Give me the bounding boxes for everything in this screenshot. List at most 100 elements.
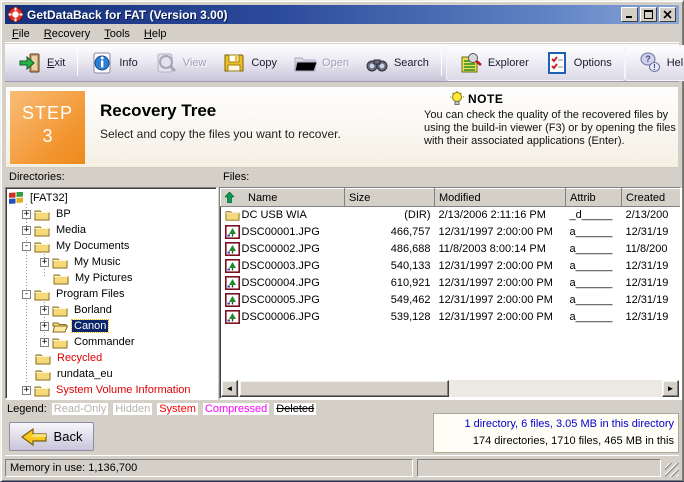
expand-toggle[interactable]: + (40, 258, 49, 267)
svg-text:!: ! (653, 63, 656, 72)
file-created: 12/31/19 (622, 224, 682, 241)
tree-item-label: rundata_eu (55, 368, 115, 380)
tree-item-commander[interactable]: + Commander (8, 334, 216, 350)
memory-status: Memory in use: 1,136,700 (5, 459, 413, 477)
expand-toggle[interactable]: + (40, 306, 49, 315)
file-row[interactable]: DSC00006.JPG 539,128 12/31/1997 2:00:00 … (221, 309, 682, 326)
tree-item-label: Canon (72, 320, 108, 332)
legend-read-only: Read-Only (52, 403, 109, 415)
tree-item-system-volume-information[interactable]: + System Volume Information (8, 382, 216, 398)
expand-toggle[interactable]: + (22, 386, 31, 395)
maximize-button[interactable] (640, 7, 657, 22)
scroll-right-button[interactable]: ► (662, 380, 679, 397)
step-word: STEP (10, 103, 85, 124)
image-file-icon (225, 293, 240, 307)
file-size: (DIR) (345, 207, 435, 224)
step-number: 3 (10, 126, 85, 147)
exit-button[interactable]: Exit (10, 47, 73, 79)
folder-icon (52, 336, 68, 349)
close-icon (663, 10, 672, 19)
column-header-size[interactable]: Size (345, 189, 435, 207)
folder-icon (35, 352, 51, 365)
note-title: NOTE (468, 92, 503, 106)
maximize-icon (644, 10, 653, 19)
resize-grip[interactable] (665, 463, 679, 477)
expand-toggle[interactable]: + (22, 210, 31, 219)
copy-floppy-icon (222, 51, 246, 75)
explorer-button[interactable]: Explorer (451, 47, 537, 79)
menu-help[interactable]: Help (137, 26, 174, 42)
legend-bar: Legend: Read-Only Hidden System Compress… (7, 401, 316, 417)
windows-logo-icon (8, 192, 24, 205)
titlebar[interactable]: GetDataBack for FAT (Version 3.00) (5, 5, 679, 24)
lightbulb-icon (450, 91, 464, 107)
info-label: Info (119, 57, 137, 69)
file-created: 12/31/19 (622, 275, 682, 292)
file-created: 11/8/200 (622, 241, 682, 258)
file-name: DSC00003.JPG (242, 260, 320, 272)
close-button[interactable] (659, 7, 676, 22)
tree-item-my-pictures[interactable]: My Pictures (8, 270, 216, 286)
file-row[interactable]: DSC00005.JPG 549,462 12/31/1997 2:00:00 … (221, 292, 682, 309)
scrollbar-track[interactable] (449, 380, 662, 397)
menu-tools[interactable]: Tools (97, 26, 137, 42)
scrollbar-thumb[interactable] (239, 380, 449, 397)
status-bar: Memory in use: 1,136,700 (5, 455, 679, 477)
column-header-name[interactable]: Name (221, 189, 345, 207)
tree-root-fat32[interactable]: [FAT32] (8, 190, 216, 206)
back-button[interactable]: Back (9, 422, 94, 451)
search-button[interactable]: Search (357, 47, 437, 79)
tree-item-label: Borland (72, 304, 114, 316)
tree-item-label: BP (54, 208, 73, 220)
column-label-name: Name (248, 192, 277, 204)
scroll-left-button[interactable]: ◄ (221, 380, 238, 397)
file-modified: 12/31/1997 2:00:00 PM (435, 292, 566, 309)
image-file-icon (225, 259, 240, 273)
file-attrib: a______ (566, 241, 622, 258)
file-row[interactable]: DSC00002.JPG 486,688 11/8/2003 8:00:14 P… (221, 241, 682, 258)
tree-item-borland[interactable]: + Borland (8, 302, 216, 318)
tree-item-rundata-eu[interactable]: rundata_eu (8, 366, 216, 382)
help-button[interactable]: ? ! Help (630, 47, 684, 79)
file-name: DSC00005.JPG (242, 294, 320, 306)
tree-item-my-music[interactable]: + My Music (8, 254, 216, 270)
window-title: GetDataBack for FAT (Version 3.00) (27, 8, 619, 22)
minimize-button[interactable] (621, 7, 638, 22)
tree-item-program-files[interactable]: - Program Files (8, 286, 216, 302)
folder-icon (53, 272, 69, 285)
file-attrib: a______ (566, 309, 622, 326)
exit-door-icon (18, 51, 42, 75)
expand-toggle[interactable]: + (40, 338, 49, 347)
collapse-toggle[interactable]: - (22, 290, 31, 299)
file-row[interactable]: DC USB WIA (DIR) 2/13/2006 2:11:16 PM _d… (221, 207, 682, 224)
menu-file[interactable]: File (5, 26, 37, 42)
menu-recovery[interactable]: Recovery (37, 26, 97, 42)
column-header-attrib[interactable]: Attrib (566, 189, 622, 207)
view-label: View (183, 57, 207, 69)
file-created: 2/13/200 (622, 207, 682, 224)
file-row[interactable]: DSC00003.JPG 540,133 12/31/1997 2:00:00 … (221, 258, 682, 275)
file-row[interactable]: DSC00004.JPG 610,921 12/31/1997 2:00:00 … (221, 275, 682, 292)
options-label: Options (574, 57, 612, 69)
tree-item-my-documents[interactable]: - My Documents (8, 238, 216, 254)
expand-toggle[interactable]: + (22, 226, 31, 235)
copy-button[interactable]: Copy (214, 47, 285, 79)
file-modified: 11/8/2003 8:00:14 PM (435, 241, 566, 258)
column-header-created[interactable]: Created (622, 189, 682, 207)
info-button[interactable]: Info (82, 47, 145, 79)
folder-icon (35, 368, 51, 381)
column-header-modified[interactable]: Modified (435, 189, 566, 207)
file-attrib: _d_____ (566, 207, 622, 224)
options-button[interactable]: Options (537, 47, 620, 79)
tree-item-media[interactable]: + Media (8, 222, 216, 238)
collapse-toggle[interactable]: - (22, 242, 31, 251)
expand-toggle[interactable]: + (40, 322, 49, 331)
horizontal-scrollbar[interactable]: ◄ ► (221, 380, 679, 397)
tree-item-bp[interactable]: + BP (8, 206, 216, 222)
tree-root-label: [FAT32] (28, 192, 70, 204)
svg-text:?: ? (645, 54, 651, 64)
page-title: Recovery Tree (100, 101, 216, 121)
tree-item-recycled[interactable]: Recycled (8, 350, 216, 366)
file-row[interactable]: DSC00001.JPG 466,757 12/31/1997 2:00:00 … (221, 224, 682, 241)
tree-item-canon-selected[interactable]: + Canon (8, 318, 216, 334)
